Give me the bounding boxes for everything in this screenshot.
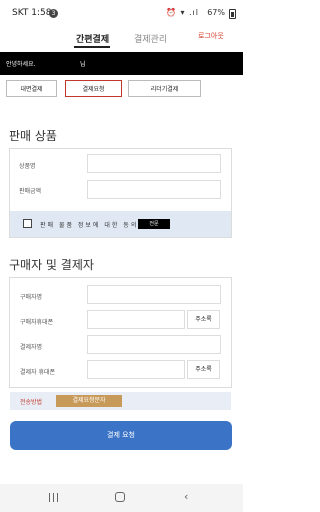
back-icon[interactable]: ‹ xyxy=(184,490,188,503)
send-method-label: 전송방법 xyxy=(20,399,43,406)
active-tab-indicator xyxy=(74,46,110,48)
agree-checkbox[interactable] xyxy=(23,219,32,228)
reader-payment-button[interactable]: 리더기결제 xyxy=(128,80,201,97)
payer-phone-label: 결제자 휴대폰 xyxy=(20,369,56,376)
tab-payment-management[interactable]: 결제관리 xyxy=(134,32,167,45)
home-icon[interactable] xyxy=(115,492,125,502)
greeting-text: 안녕하세요. xyxy=(6,61,36,68)
buyer-phone-label: 구매자휴대폰 xyxy=(20,319,54,326)
send-sms-request-option[interactable]: 결제요청문자 xyxy=(56,395,122,407)
logout-button[interactable]: 로그아웃 xyxy=(198,31,224,41)
product-section-title: 판매 상품 xyxy=(9,129,57,143)
payer-name-input[interactable] xyxy=(87,335,221,354)
greeting-bar: 안녕하세요. 님 xyxy=(0,52,243,75)
request-payment-button[interactable]: 결제요청 xyxy=(65,80,122,97)
buyer-panel: 구매자명 구매자휴대폰 주소록 결제자명 결제자 휴대폰 주소록 xyxy=(9,277,232,388)
payer-name-label: 결제자명 xyxy=(20,344,43,351)
product-amount-label: 판매금액 xyxy=(19,188,42,195)
payment-request-submit-button[interactable]: 결제 요청 xyxy=(10,421,232,450)
top-nav: 간편결제 결제관리 로그아웃 xyxy=(0,28,243,50)
status-indicators: ⏰ ▾ .ıl xyxy=(165,8,199,17)
buyer-name-input[interactable] xyxy=(87,285,221,304)
buyer-name-label: 구매자명 xyxy=(20,294,43,301)
payer-contacts-button[interactable]: 주소록 xyxy=(187,360,220,379)
buyer-section-title: 구매자 및 결제자 xyxy=(9,258,94,272)
face-payment-button[interactable]: 대면결제 xyxy=(6,80,57,97)
buyer-phone-input[interactable] xyxy=(87,310,185,329)
greeting-suffix: 님 xyxy=(80,61,86,68)
system-nav-bar: ‹ xyxy=(0,484,243,512)
battery-percentage: 67% xyxy=(207,8,225,17)
send-method-bar: 전송방법 결제요청문자 xyxy=(10,392,231,410)
product-amount-input[interactable] xyxy=(87,180,221,199)
payer-phone-input[interactable] xyxy=(87,360,185,379)
recent-apps-icon[interactable] xyxy=(48,493,58,502)
product-name-label: 상품명 xyxy=(19,163,36,170)
notification-badge: 3 xyxy=(49,9,58,18)
status-time: SKT 1:58 xyxy=(12,8,52,18)
buyer-contacts-button[interactable]: 주소록 xyxy=(187,310,220,329)
tab-simple-payment[interactable]: 간편결제 xyxy=(76,32,109,45)
agree-text: 판매 물품 정보에 대한 동의 xyxy=(40,222,139,229)
agreement-bar: 판매 물품 정보에 대한 동의 전문 xyxy=(10,211,231,237)
view-full-terms-button[interactable]: 전문 xyxy=(138,219,170,229)
battery-icon xyxy=(229,9,236,19)
product-name-input[interactable] xyxy=(87,154,221,173)
status-bar: SKT 1:58 3 ⏰ ▾ .ıl 67% xyxy=(0,0,243,24)
